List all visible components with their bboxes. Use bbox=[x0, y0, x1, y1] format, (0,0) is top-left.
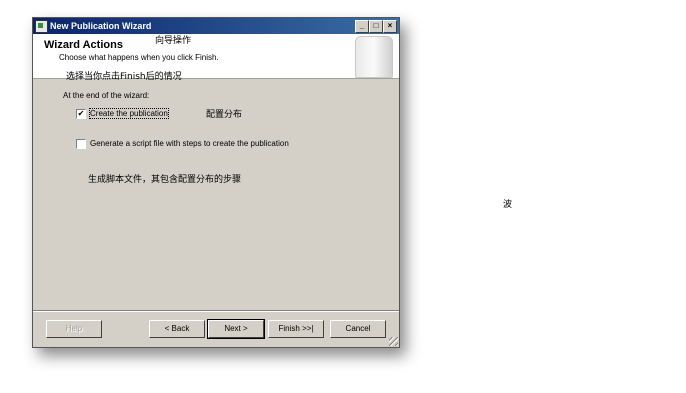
finish-button[interactable]: Finish >>| bbox=[268, 320, 324, 338]
resize-grip[interactable] bbox=[389, 337, 398, 346]
annotation-wizard-ops: 向导操作 bbox=[155, 36, 192, 46]
next-button[interactable]: Next > bbox=[208, 320, 264, 338]
minimize-button[interactable]: _ bbox=[355, 20, 369, 33]
wizard-banner-icon bbox=[355, 36, 393, 78]
cancel-button[interactable]: Cancel bbox=[330, 320, 386, 338]
generate-script-checkbox[interactable] bbox=[76, 139, 86, 149]
annotation-script-note: 生成脚本文件，其包含配置分布的步骤 bbox=[88, 175, 242, 185]
close-button[interactable]: × bbox=[383, 20, 397, 33]
help-button[interactable]: Help bbox=[46, 320, 102, 338]
title-bar[interactable]: New Publication Wizard _ □ × bbox=[33, 18, 399, 34]
app-icon bbox=[35, 20, 48, 33]
page-title: Wizard Actions bbox=[44, 39, 123, 51]
create-publication-checkbox[interactable]: ✔ bbox=[76, 109, 86, 119]
back-button[interactable]: < Back bbox=[149, 320, 205, 338]
window-title: New Publication Wizard bbox=[50, 21, 152, 31]
maximize-button[interactable]: □ bbox=[369, 20, 383, 33]
annotation-finish-situation: 选择当你点击Finish后的情况 bbox=[66, 72, 182, 82]
page-subtitle: Choose what happens when you click Finis… bbox=[59, 53, 219, 62]
annotation-wave: 波 bbox=[503, 200, 513, 210]
create-publication-label[interactable]: Create the publication bbox=[89, 108, 169, 119]
generate-script-label[interactable]: Generate a script file with steps to cre… bbox=[90, 139, 289, 148]
annotation-configure-distribution: 配置分布 bbox=[206, 110, 243, 120]
footer-divider bbox=[33, 310, 399, 312]
section-label: At the end of the wizard: bbox=[63, 91, 150, 100]
